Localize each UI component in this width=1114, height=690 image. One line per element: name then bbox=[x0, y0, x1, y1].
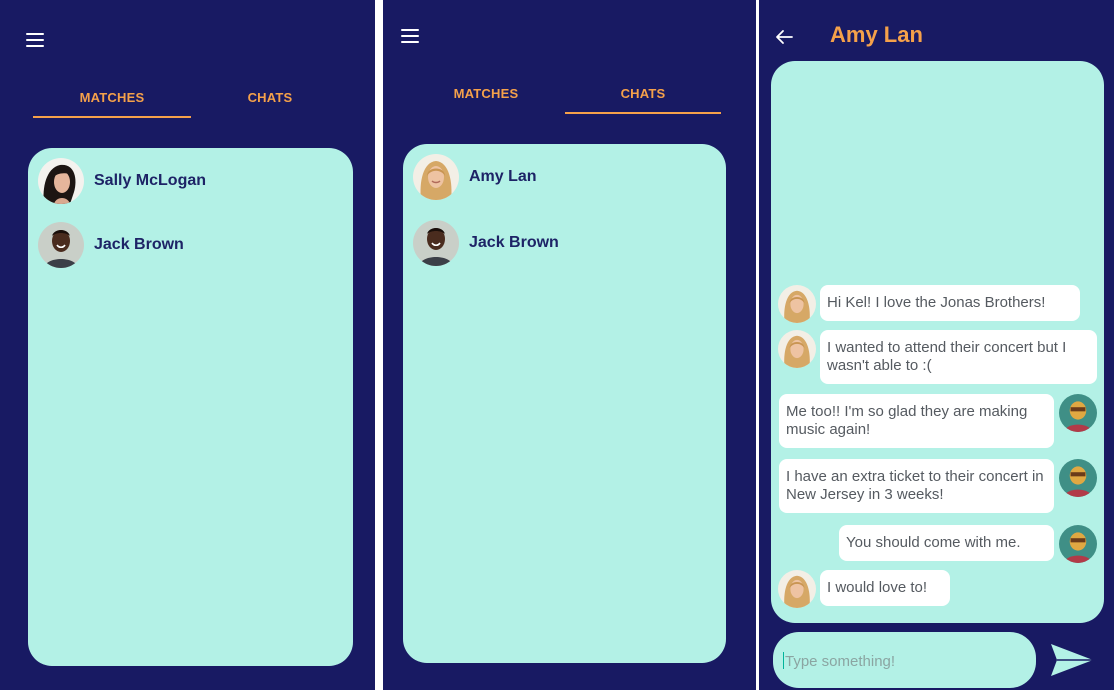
conversation-screen: Amy Lan Hi Kel! I love the Jonas Brother… bbox=[759, 0, 1114, 690]
avatar bbox=[413, 220, 459, 266]
tab-chats-label: CHATS bbox=[620, 86, 666, 101]
message-bubble-sent: Me too!! I'm so glad they are making mus… bbox=[779, 394, 1054, 448]
message-bubble-received: Hi Kel! I love the Jonas Brothers! bbox=[820, 285, 1080, 321]
tab-matches-label: MATCHES bbox=[79, 90, 145, 105]
message-bubble-received: I wanted to attend their concert but I w… bbox=[820, 330, 1097, 384]
message-input-placeholder: Type something! bbox=[785, 653, 896, 670]
list-item[interactable]: Jack Brown bbox=[413, 218, 559, 268]
tab-matches-label: MATCHES bbox=[453, 86, 519, 101]
message-bubble-sent: You should come with me. bbox=[839, 525, 1054, 561]
avatar bbox=[38, 158, 84, 204]
tab-matches[interactable]: MATCHES bbox=[407, 84, 565, 114]
matches-list-card: Sally McLogan Jack Brown bbox=[28, 148, 353, 666]
message-input[interactable]: Type something! bbox=[773, 632, 1036, 688]
contact-avatar bbox=[778, 330, 816, 368]
list-item-name: Sally McLogan bbox=[94, 172, 207, 189]
arrow-left-icon[interactable] bbox=[773, 26, 795, 48]
tab-chats[interactable]: CHATS bbox=[565, 84, 721, 114]
contact-avatar bbox=[778, 570, 816, 608]
list-item-name: Jack Brown bbox=[469, 234, 559, 251]
avatar bbox=[38, 222, 84, 268]
tab-matches[interactable]: MATCHES bbox=[33, 88, 191, 118]
list-item[interactable]: Amy Lan bbox=[413, 152, 537, 202]
chat-title: Amy Lan bbox=[830, 22, 923, 47]
hamburger-menu-icon[interactable] bbox=[401, 29, 419, 43]
message-list[interactable]: Hi Kel! I love the Jonas Brothers! I wan… bbox=[771, 61, 1104, 623]
list-item-name: Jack Brown bbox=[94, 236, 184, 253]
tab-chats[interactable]: CHATS bbox=[191, 88, 349, 118]
chats-screen: MATCHES CHATS Amy Lan Jack Brown bbox=[383, 0, 756, 690]
text-cursor bbox=[783, 652, 784, 669]
matches-screen: MATCHES CHATS Sally McLogan Jack Brown bbox=[0, 0, 375, 690]
chats-list-card: Amy Lan Jack Brown bbox=[403, 144, 726, 663]
hamburger-menu-icon[interactable] bbox=[26, 33, 44, 47]
user-avatar bbox=[1059, 525, 1097, 563]
tab-chats-label: CHATS bbox=[247, 90, 293, 105]
avatar bbox=[413, 154, 459, 200]
list-item[interactable]: Sally McLogan bbox=[38, 156, 206, 206]
user-avatar bbox=[1059, 394, 1097, 432]
send-icon[interactable] bbox=[1049, 642, 1095, 678]
contact-avatar bbox=[778, 285, 816, 323]
list-item-name: Amy Lan bbox=[469, 168, 537, 185]
message-bubble-received: I would love to! bbox=[820, 570, 950, 606]
list-item[interactable]: Jack Brown bbox=[38, 220, 184, 270]
user-avatar bbox=[1059, 459, 1097, 497]
message-bubble-sent: I have an extra ticket to their concert … bbox=[779, 459, 1054, 513]
